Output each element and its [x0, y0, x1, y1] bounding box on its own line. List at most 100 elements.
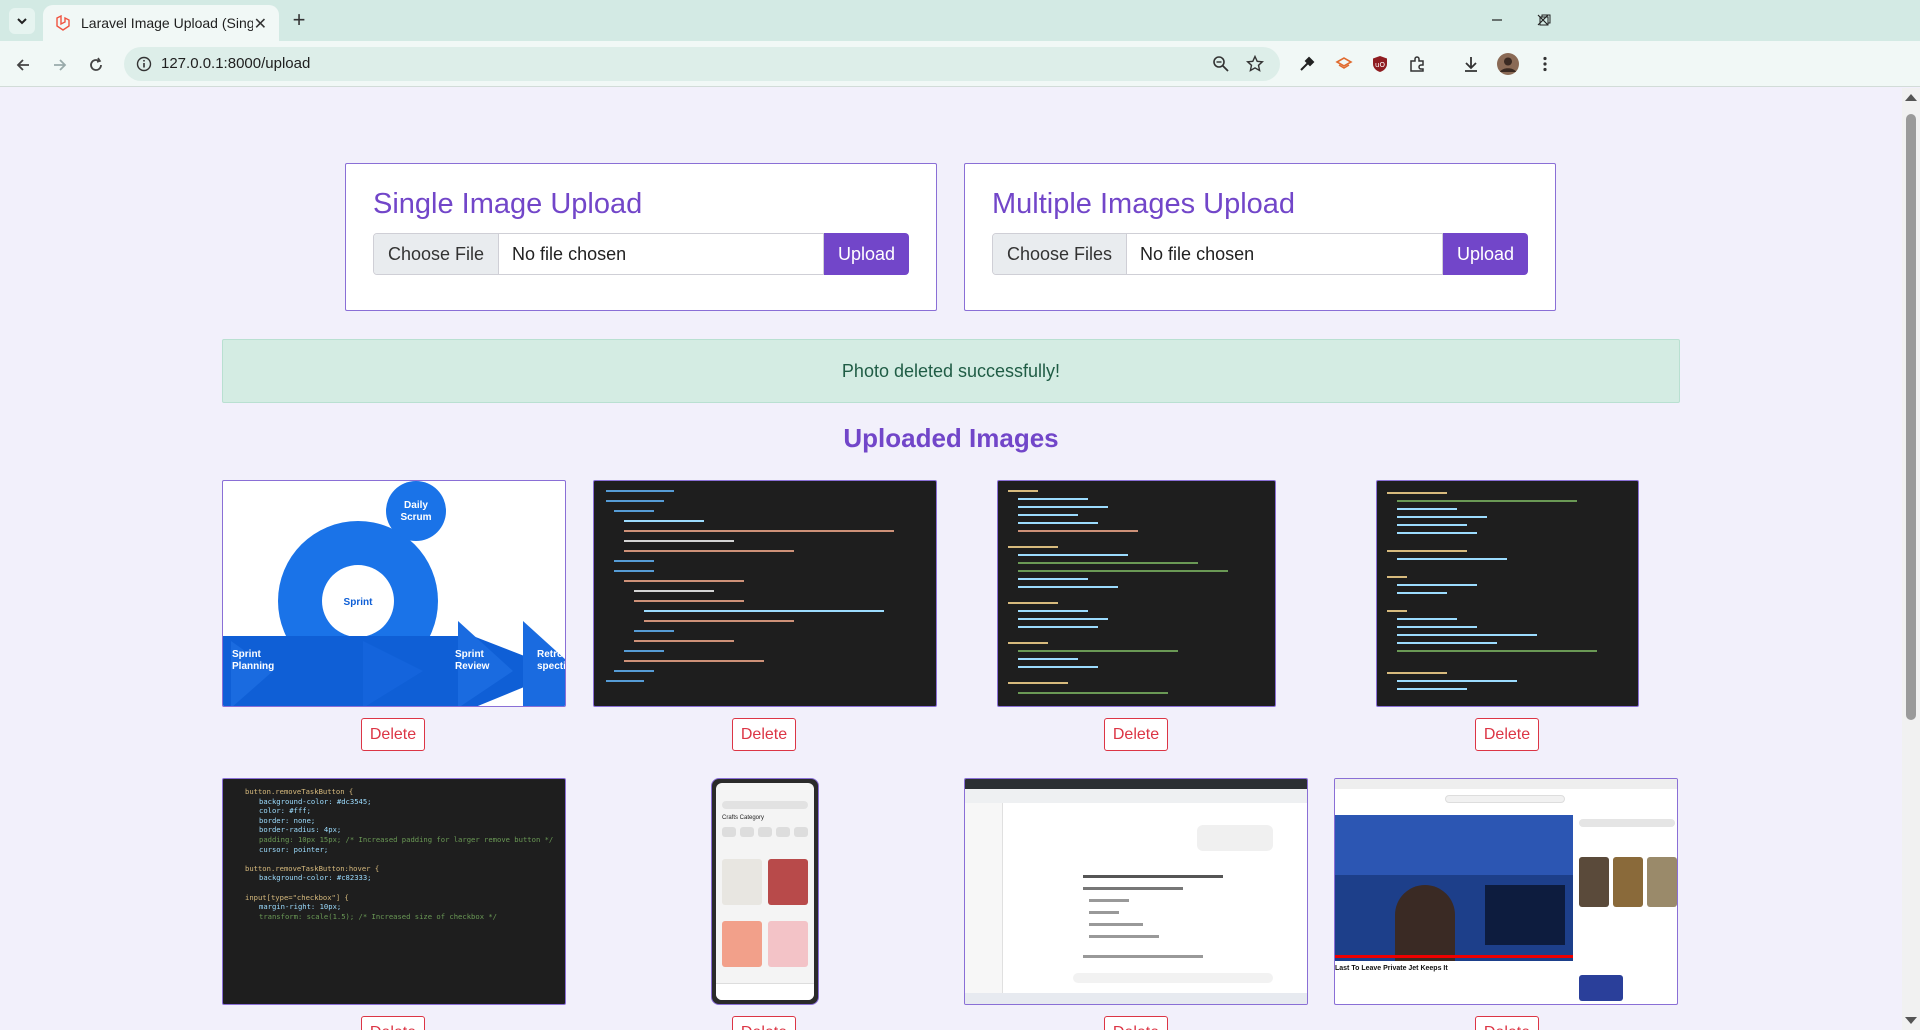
- phone-search-bar: [722, 801, 808, 809]
- screenshot-taskbar: [965, 993, 1307, 1004]
- code-line: button.removeTaskButton {: [245, 787, 354, 796]
- single-file-input[interactable]: Choose File No file chosen: [373, 233, 824, 275]
- phone-product-3: [722, 921, 762, 967]
- multiple-upload-title: Multiple Images Upload: [992, 188, 1296, 220]
- delete-button-5[interactable]: Delete: [361, 1016, 425, 1030]
- url-text: 127.0.0.1:8000/upload: [161, 55, 311, 72]
- code-line: transform: scale(1.5); /* Increased size…: [259, 911, 497, 921]
- gallery-image-chat-screenshot[interactable]: [964, 778, 1308, 1005]
- code-line: border-radius: 4px;: [259, 825, 342, 835]
- code-line: background-color: #dc3545;: [259, 796, 372, 806]
- browser-tab-active[interactable]: Laravel Image Upload (Single + ✕: [43, 5, 279, 41]
- download-icon[interactable]: [1459, 52, 1483, 76]
- code-screenshot-image: [1387, 492, 1597, 690]
- delete-button-8[interactable]: Delete: [1475, 1016, 1539, 1030]
- scroll-thumb[interactable]: [1906, 114, 1916, 720]
- screenshot-short-3: [1647, 857, 1677, 907]
- phone-categories: [722, 827, 808, 837]
- screenshot-short-1: [1579, 857, 1609, 907]
- multiple-file-input[interactable]: Choose Files No file chosen: [992, 233, 1443, 275]
- window-spacer: [1474, 6, 1520, 34]
- browser-toolbar: 127.0.0.1:8000/upload uO: [0, 41, 1920, 87]
- code-line: color: #fff;: [259, 806, 311, 816]
- svg-text:Scrum: Scrum: [400, 512, 431, 523]
- delete-button-7[interactable]: Delete: [1104, 1016, 1168, 1030]
- delete-button-1[interactable]: Delete: [361, 718, 425, 751]
- phone-screen: Crafts Category: [716, 783, 814, 1000]
- course-extension-icon[interactable]: [1332, 52, 1356, 76]
- svg-text:spectiv: spectiv: [537, 661, 566, 672]
- close-window-button[interactable]: [1520, 6, 1566, 34]
- screenshot-video: [1335, 815, 1573, 961]
- screenshot-text-line: [1089, 899, 1129, 902]
- multiple-upload-button[interactable]: Upload: [1442, 233, 1528, 275]
- gallery-image-html-code[interactable]: [593, 480, 937, 707]
- screenshot-related-video: [1579, 975, 1623, 1001]
- files-status-text: No file chosen: [1140, 243, 1255, 264]
- screenshot-text-line: [1089, 923, 1143, 926]
- profile-avatar[interactable]: [1496, 52, 1520, 76]
- gallery-image-youtube-screenshot[interactable]: Last To Leave Private Jet Keeps It: [1334, 778, 1678, 1005]
- gallery-image-scrum[interactable]: Daily Scrum Sprint Sprint Planning Sprin…: [222, 480, 566, 707]
- svg-text:Sprint: Sprint: [455, 649, 485, 660]
- site-info-icon[interactable]: [132, 52, 156, 76]
- screenshot-chat-bubble: [1197, 825, 1273, 851]
- new-tab-button[interactable]: +: [287, 7, 311, 32]
- single-upload-title: Single Image Upload: [373, 188, 643, 220]
- extensions-puzzle-icon[interactable]: [1405, 52, 1429, 76]
- delete-button-3[interactable]: Delete: [1104, 718, 1168, 751]
- bookmark-star-icon[interactable]: [1243, 52, 1267, 76]
- video-caption: Last To Leave Private Jet Keeps It: [1335, 965, 1448, 972]
- screenshot-text-line: [1089, 911, 1119, 914]
- uploaded-images-title: Uploaded Images: [843, 423, 1059, 453]
- code-line: cursor: pointer;: [259, 844, 329, 854]
- screenshot-toolbar: [1335, 779, 1677, 789]
- svg-text:Retro-: Retro-: [537, 649, 566, 660]
- screenshot-toolbar: [965, 789, 1307, 803]
- ublock-shield-icon[interactable]: uO: [1368, 52, 1392, 76]
- delete-button-6[interactable]: Delete: [732, 1016, 796, 1030]
- arrow-right-icon: [54, 59, 67, 71]
- file-status-text: No file chosen: [512, 243, 627, 264]
- tab-close-icon[interactable]: ✕: [254, 14, 267, 34]
- tab-search-button[interactable]: [9, 8, 35, 34]
- zoom-icon[interactable]: [1209, 52, 1233, 76]
- browser-tab-bar: Laravel Image Upload (Single + ✕ +: [0, 0, 1920, 41]
- delete-button-2[interactable]: Delete: [732, 718, 796, 751]
- phone-product-4: [768, 921, 808, 967]
- phone-header: Crafts Category: [722, 815, 765, 821]
- gallery-image-css-code-3[interactable]: button.removeTaskButton { background-col…: [222, 778, 566, 1005]
- laravel-favicon-icon: [56, 15, 70, 31]
- screenshot-search: [1445, 795, 1565, 803]
- page-scrollbar[interactable]: [1902, 88, 1920, 1030]
- screenshot-text-line: [1089, 935, 1159, 938]
- address-bar[interactable]: 127.0.0.1:8000/upload: [124, 47, 1280, 81]
- screenshot-short-2: [1613, 857, 1643, 907]
- gallery-image-phone-app[interactable]: Crafts Category: [711, 778, 819, 1005]
- menu-kebab-icon[interactable]: [1533, 52, 1557, 76]
- forward-button[interactable]: [47, 52, 73, 78]
- scroll-down-arrow-icon[interactable]: [1905, 1017, 1917, 1024]
- reload-button[interactable]: [83, 52, 109, 78]
- delete-button-4[interactable]: Delete: [1475, 718, 1539, 751]
- gallery-image-css-code-2[interactable]: [1376, 480, 1639, 707]
- svg-text:Planning: Planning: [232, 661, 274, 672]
- choose-file-button[interactable]: Choose File: [374, 234, 500, 274]
- screenshot-input: [1073, 973, 1273, 983]
- phone-nav-bar: [716, 983, 814, 1000]
- single-upload-button[interactable]: Upload: [823, 233, 909, 275]
- page-content: Single Image Upload Choose File No file …: [0, 88, 1920, 1030]
- multiple-upload-card: Multiple Images Upload Choose Files No f…: [964, 163, 1556, 311]
- screenshot-chips: [1579, 819, 1675, 827]
- eyedropper-extension-icon[interactable]: [1295, 52, 1319, 76]
- scrum-diagram-image: Daily Scrum Sprint Sprint Planning Sprin…: [223, 481, 566, 706]
- choose-files-button[interactable]: Choose Files: [993, 234, 1128, 274]
- phone-product-2: [768, 859, 808, 905]
- gallery-image-css-code-1[interactable]: [997, 480, 1276, 707]
- back-button[interactable]: [10, 52, 36, 78]
- screenshot-sidebar: [965, 803, 1003, 993]
- reload-icon: [90, 57, 102, 71]
- screenshot-text-line: [1083, 955, 1203, 958]
- scroll-up-arrow-icon[interactable]: [1905, 94, 1917, 101]
- success-alert: Photo deleted successfully!: [222, 339, 1680, 403]
